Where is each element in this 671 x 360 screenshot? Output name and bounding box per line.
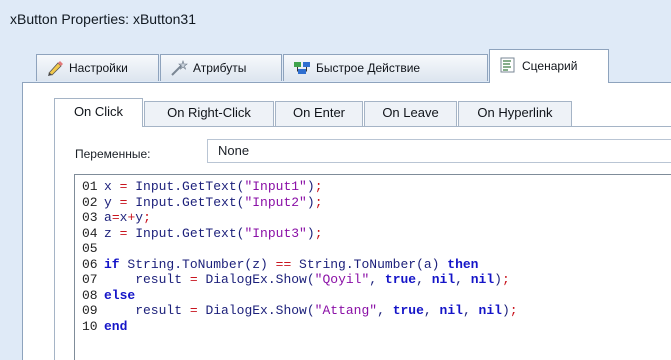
line-number: 09 (82, 303, 98, 318)
script-icon (499, 57, 517, 73)
line-number: 06 (82, 256, 98, 272)
tab-script-label: Сценарий (522, 59, 578, 73)
subtab-on-leave[interactable]: On Leave (364, 101, 457, 126)
code-text: x = Input.GetText("Input1"); (104, 179, 323, 194)
title-bar: xButton Properties: xButton31 (0, 0, 671, 38)
subtab-on-click[interactable]: On Click (54, 98, 143, 127)
line-number: 10 (82, 318, 98, 334)
subtab-on-hyperlink[interactable]: On Hyperlink (458, 101, 572, 126)
code-text: if String.ToNumber(z) == String.ToNumber… (104, 256, 479, 272)
code-line: 06 if String.ToNumber(z) == String.ToNumb… (75, 257, 671, 273)
code-text: result = DialogEx.Show("Attang", true, n… (104, 303, 518, 318)
tab-attributes[interactable]: Атрибуты (160, 54, 282, 81)
code-line: 01 x = Input.GetText("Input1"); (75, 179, 671, 195)
code-line: 09 result = DialogEx.Show("Attang", true… (75, 303, 671, 319)
line-number: 03 (82, 210, 98, 225)
line-number: 05 (82, 241, 98, 256)
line-number: 08 (82, 287, 98, 303)
tab-quick-action-label: Быстрое Действие (316, 61, 421, 75)
variables-field[interactable]: None (207, 139, 671, 163)
code-text: result = DialogEx.Show("Qoyil", true, ni… (104, 272, 510, 287)
variables-label: Переменные: (75, 147, 151, 161)
pencil-icon (46, 60, 64, 76)
code-line: 10 end (75, 319, 671, 335)
code-line: 02 y = Input.GetText("Input2"); (75, 195, 671, 211)
code-line: 05 (75, 241, 671, 257)
tab-quick-action[interactable]: Быстрое Действие (283, 54, 488, 81)
subtab-on-enter[interactable]: On Enter (275, 101, 363, 126)
tab-settings-label: Настройки (69, 61, 128, 75)
line-number: 01 (82, 179, 98, 194)
code-line: 04 z = Input.GetText("Input3"); (75, 226, 671, 242)
flow-icon (293, 60, 311, 76)
code-line: 08 else (75, 288, 671, 304)
code-line: 03 a=x+y; (75, 210, 671, 226)
line-number: 02 (82, 194, 98, 210)
code-text: else (104, 287, 136, 303)
window-title: xButton Properties: xButton31 (10, 11, 196, 27)
code-text: end (104, 318, 128, 334)
tab-script[interactable]: Сценарий (489, 49, 609, 83)
subtab-on-right-click[interactable]: On Right-Click (144, 101, 274, 126)
properties-window: xButton Properties: xButton31 Настройки … (0, 0, 671, 360)
code-text: y = Input.GetText("Input2"); (104, 194, 323, 210)
line-number: 04 (82, 225, 98, 241)
line-number: 07 (82, 272, 98, 287)
code-editor[interactable]: 01 x = Input.GetText("Input1"); 02 y = Inpu… (74, 174, 671, 360)
tab-attributes-label: Атрибуты (193, 61, 247, 75)
wand-icon (170, 60, 188, 76)
code-line: 07 result = DialogEx.Show("Qoyil", true,… (75, 272, 671, 288)
code-text: a=x+y; (104, 210, 151, 225)
code-text: z = Input.GetText("Input3"); (104, 225, 323, 241)
tab-settings[interactable]: Настройки (36, 54, 159, 81)
